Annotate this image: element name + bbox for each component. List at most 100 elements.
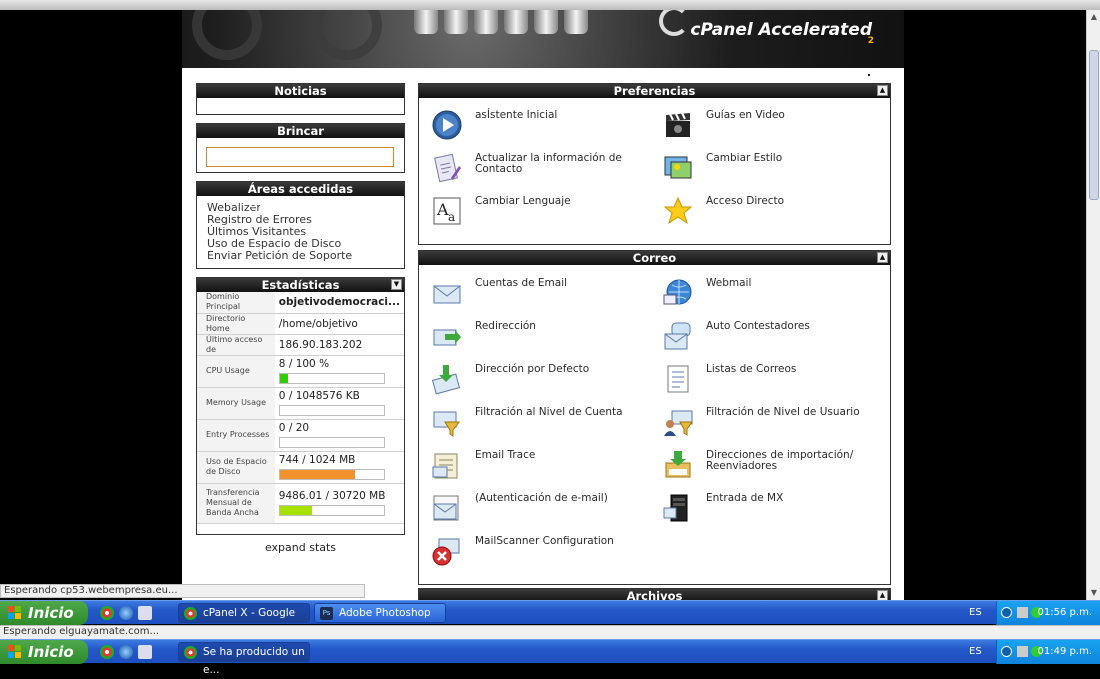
system-tray: 01:56 p.m. bbox=[996, 601, 1100, 625]
table-row: Dominio Principal objetivodemocraci... bbox=[197, 292, 404, 314]
pref-item-shortcuts[interactable]: Acceso Directo bbox=[662, 195, 882, 231]
windows-flag-icon bbox=[8, 645, 21, 658]
mail-item-label: MailScanner Configuration bbox=[475, 535, 614, 547]
taskbar-item-chrome[interactable]: cPanel X - Google Chr... bbox=[178, 603, 310, 637]
scroll-up-arrow-icon[interactable]: ▲ bbox=[1087, 10, 1100, 24]
chrome-quicklaunch-icon[interactable] bbox=[100, 606, 114, 620]
tray-back-icon[interactable] bbox=[1001, 607, 1012, 618]
progress-bar bbox=[278, 505, 385, 516]
pref-item-label: Actualizar la información de Contacto bbox=[475, 152, 622, 175]
server-icon bbox=[663, 494, 688, 522]
stat-label: CPU Usage bbox=[197, 355, 275, 388]
stat-value: 744 / 1024 MB bbox=[278, 454, 356, 466]
pref-item-video-tutorials[interactable]: Guías en Video bbox=[662, 109, 882, 145]
mail-item-email-authentication[interactable]: (Autenticación de e-mail) bbox=[431, 492, 651, 528]
pref-item-label: Cambiar Lenguaje bbox=[475, 195, 571, 207]
cpanel-logo-subscript: 2 bbox=[867, 36, 874, 46]
pref-item-label: Acceso Directo bbox=[706, 195, 785, 207]
stat-label: Dominio Principal bbox=[197, 292, 275, 314]
jump-search-input[interactable] bbox=[206, 147, 394, 167]
progress-bar-fill bbox=[279, 506, 312, 515]
progress-bar bbox=[278, 437, 385, 448]
mail-filter-icon bbox=[433, 411, 460, 437]
mail-title-text: Correo bbox=[632, 251, 677, 265]
start-button[interactable]: Inicio bbox=[0, 601, 88, 625]
scroll-thumb[interactable] bbox=[1089, 50, 1099, 200]
statistics-table: Dominio Principal objetivodemocraci... D… bbox=[197, 292, 404, 524]
network-icon[interactable] bbox=[1017, 607, 1028, 618]
collapse-toggle-icon[interactable]: ▲ bbox=[877, 85, 888, 96]
windows-taskbar: Inicio cPanel X - Google Chr... Ps Adobe… bbox=[0, 600, 1100, 637]
scroll-down-arrow-icon[interactable]: ▼ bbox=[1087, 586, 1100, 600]
stat-label: Entry Processes bbox=[197, 419, 275, 452]
chrome-quicklaunch-icon[interactable] bbox=[100, 645, 114, 659]
gear-decoration-icon bbox=[192, 10, 262, 60]
tray-back-icon[interactable] bbox=[1001, 646, 1012, 657]
star-icon bbox=[663, 196, 693, 225]
table-row: Memory Usage 0 / 1048576 KB bbox=[197, 387, 404, 420]
ie-quicklaunch-icon[interactable] bbox=[119, 645, 133, 659]
frequent-link-support-request[interactable]: Enviar Petición de Soporte bbox=[207, 250, 404, 262]
mail-item-default-address[interactable]: Dirección por Defecto bbox=[431, 363, 651, 399]
jump-box: Brincar bbox=[196, 123, 405, 173]
preferences-title: Preferencias ▲ bbox=[419, 84, 890, 98]
ie-quicklaunch-icon[interactable] bbox=[119, 606, 133, 620]
stat-cell: 744 / 1024 MB bbox=[274, 451, 404, 484]
start-label: Inicio bbox=[28, 604, 74, 622]
mail-item-mailing-lists[interactable]: Listas de Correos bbox=[662, 363, 882, 399]
contact-update-icon bbox=[434, 153, 461, 183]
pref-item-change-language[interactable]: Aa Cambiar Lenguaje bbox=[431, 195, 651, 231]
collapse-toggle-icon[interactable]: ▲ bbox=[877, 590, 888, 600]
tube-decoration bbox=[534, 10, 558, 34]
mail-item-email-trace[interactable]: Email Trace bbox=[431, 449, 651, 485]
language-indicator[interactable]: ES bbox=[969, 601, 982, 625]
taskbar-item-chrome[interactable]: Se ha producido un e... bbox=[178, 642, 310, 676]
svg-text:a: a bbox=[448, 210, 455, 224]
mail-item-mailscanner[interactable]: MailScanner Configuration bbox=[431, 535, 651, 571]
pref-item-change-style[interactable]: Cambiar Estilo bbox=[662, 152, 882, 188]
network-icon[interactable] bbox=[1017, 646, 1028, 657]
mail-item-import-addresses[interactable]: Direcciones de importación/ Reenviadores bbox=[662, 449, 882, 485]
taskbar-item-photoshop[interactable]: Ps Adobe Photoshop CS... bbox=[314, 603, 446, 637]
mail-item-label: Auto Contestadores bbox=[706, 320, 810, 332]
globe-mail-icon bbox=[663, 279, 692, 305]
language-indicator[interactable]: ES bbox=[969, 640, 982, 664]
expand-stats-link[interactable]: expand stats bbox=[196, 541, 405, 554]
files-title: Archivos ▲ bbox=[419, 589, 890, 600]
stat-value: /home/objetivo bbox=[274, 313, 404, 335]
tube-decoration bbox=[414, 10, 438, 34]
mail-item-label: Dirección por Defecto bbox=[475, 363, 590, 375]
cpanel-header-banner: cPanel Accelerated 2 bbox=[182, 10, 904, 68]
table-row: Último acceso de 186.90.183.202 bbox=[197, 334, 404, 356]
vertical-scrollbar[interactable]: ▲ ▼ bbox=[1086, 10, 1100, 600]
mailscanner-icon bbox=[432, 538, 460, 566]
mail-item-autoresponders[interactable]: Auto Contestadores bbox=[662, 320, 882, 356]
mail-item-user-filtering[interactable]: Filtración de Nivel de Usuario bbox=[662, 406, 882, 442]
start-button[interactable]: Inicio bbox=[0, 640, 88, 664]
collapse-toggle-icon[interactable]: ▲ bbox=[877, 252, 888, 263]
pref-item-label: Cambiar Estilo bbox=[706, 152, 783, 164]
envelope-icon bbox=[433, 285, 461, 304]
pref-item-getting-started[interactable]: asÍstente Inicial bbox=[431, 109, 651, 145]
browser-status-bar: Esperando elguayamate.com... bbox=[0, 625, 1100, 639]
table-row: Directorio Home /home/objetivo bbox=[197, 313, 404, 335]
pref-item-update-contact[interactable]: Actualizar la información de Contacto bbox=[431, 152, 651, 188]
stat-label: Memory Usage bbox=[197, 387, 275, 420]
mail-item-webmail[interactable]: Webmail bbox=[662, 277, 882, 313]
mail-item-account-filtering[interactable]: Filtración al Nivel de Cuenta bbox=[431, 406, 651, 442]
mail-item-mx-entry[interactable]: Entrada de MX bbox=[662, 492, 882, 528]
mail-item-email-accounts[interactable]: Cuentas de Email bbox=[431, 277, 651, 313]
clapperboard-icon bbox=[666, 112, 690, 137]
window-quicklaunch-icon[interactable] bbox=[138, 606, 152, 620]
browser-status-bar: Esperando cp53.webempresa.eu... bbox=[0, 584, 365, 598]
mail-list-icon bbox=[667, 365, 689, 393]
mail-item-forwarders[interactable]: Redirección bbox=[431, 320, 651, 356]
window-quicklaunch-icon[interactable] bbox=[138, 645, 152, 659]
collapse-toggle-icon[interactable]: ▼ bbox=[391, 279, 402, 290]
statistics-title: Estadísticas ▼ bbox=[197, 278, 404, 292]
pref-item-label: asÍstente Inicial bbox=[475, 109, 558, 121]
stat-cell: 0 / 20 bbox=[274, 419, 404, 452]
mail-item-label: Listas de Correos bbox=[706, 363, 797, 375]
stat-value: 0 / 1048576 KB bbox=[278, 390, 360, 402]
chrome-icon bbox=[184, 607, 197, 620]
